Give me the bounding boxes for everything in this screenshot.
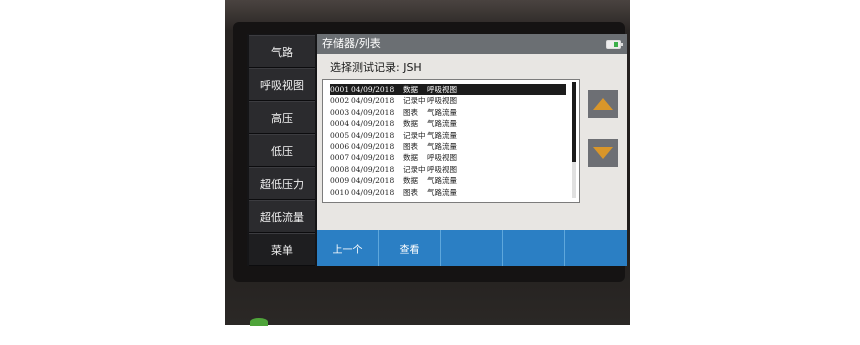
record-date: 04/09/2018 [351,164,395,174]
record-type: 数据 [403,176,418,186]
record-date: 04/09/2018 [351,119,395,129]
list-item[interactable]: 0005 04/09/2018 记录中 气路流量 [330,130,566,141]
record-view: 呼吸视图 [427,96,457,106]
record-type: 图表 [403,107,418,117]
triangle-up-icon [593,98,613,110]
softkey-4[interactable] [503,230,565,266]
sidebar-item-breath-view[interactable]: 呼吸视图 [249,68,315,101]
list-item[interactable]: 0002 04/09/2018 记录中 呼吸视图 [330,95,566,106]
list-scrollbar[interactable] [572,82,576,198]
scroll-up-button[interactable] [588,90,618,118]
previous-button[interactable]: 上一个 [317,230,379,266]
record-prompt: 选择测试记录: JSH [330,61,422,74]
list-item[interactable]: 0008 04/09/2018 记录中 呼吸视图 [330,164,566,175]
list-item[interactable]: 0004 04/09/2018 数据 气路流量 [330,118,566,129]
record-id: 0004 [330,119,350,129]
page-title: 存储器/列表 [322,37,381,50]
record-view: 气路流量 [427,107,457,117]
record-date: 04/09/2018 [351,85,395,94]
record-type: 记录中 [403,164,426,174]
record-view: 呼吸视图 [427,85,457,94]
main-panel: 存储器/列表 选择测试记录: JSH 0001 04/09/2018 数据 呼吸视图 0… [317,34,627,266]
record-id: 0009 [330,176,350,186]
list-item[interactable]: 0003 04/09/2018 图表 气路流量 [330,107,566,118]
record-id: 0010 [330,187,350,197]
record-view: 气路流量 [427,187,457,197]
battery-icon [606,40,623,49]
record-date: 04/09/2018 [351,130,395,140]
record-id: 0007 [330,153,350,163]
triangle-down-icon [593,147,613,159]
record-type: 记录中 [403,96,426,106]
list-item[interactable]: 0009 04/09/2018 数据 气路流量 [330,175,566,186]
record-view: 呼吸视图 [427,153,457,163]
record-date: 04/09/2018 [351,176,395,186]
scroll-down-button[interactable] [588,139,618,167]
record-type: 数据 [403,85,418,94]
sidebar-item-airway[interactable]: 气路 [249,35,315,68]
record-date: 04/09/2018 [351,153,395,163]
softkey-5[interactable] [565,230,627,266]
record-id: 0003 [330,107,350,117]
sidebar: 气路 呼吸视图 高压 低压 超低压力 超低流量 菜单 [247,34,317,266]
softkey-3[interactable] [441,230,503,266]
list-item[interactable]: 0010 04/09/2018 图表 气路流量 [330,187,566,198]
record-type: 数据 [403,153,418,163]
title-bar: 存储器/列表 [317,34,627,54]
record-view: 气路流量 [427,176,457,186]
record-type: 图表 [403,187,418,197]
record-view: 呼吸视图 [427,164,457,174]
record-date: 04/09/2018 [351,187,395,197]
record-view: 气路流量 [427,130,457,140]
sidebar-item-low-pressure[interactable]: 低压 [249,134,315,167]
sidebar-item-ultra-low-flow[interactable]: 超低流量 [249,200,315,233]
record-date: 04/09/2018 [351,96,395,106]
view-button[interactable]: 查看 [379,230,441,266]
record-view: 气路流量 [427,142,457,151]
record-type: 图表 [403,142,418,151]
sidebar-item-high-pressure[interactable]: 高压 [249,101,315,134]
record-date: 04/09/2018 [351,107,395,117]
bottom-softkey-bar: 上一个 查看 [317,230,627,266]
scrollbar-thumb[interactable] [572,82,576,162]
record-id: 0006 [330,142,350,151]
record-type: 记录中 [403,130,426,140]
record-id: 0001 [330,85,350,94]
sidebar-item-menu[interactable]: 菜单 [249,233,315,266]
record-date: 04/09/2018 [351,142,395,151]
list-item[interactable]: 0001 04/09/2018 数据 呼吸视图 [330,84,566,95]
record-id: 0008 [330,164,350,174]
list-item[interactable]: 0007 04/09/2018 数据 呼吸视图 [330,152,566,163]
record-view: 气路流量 [427,119,457,129]
record-id: 0002 [330,96,350,106]
power-led [250,318,268,326]
sidebar-item-ultra-low-pressure[interactable]: 超低压力 [249,167,315,200]
device-screen: 气路 呼吸视图 高压 低压 超低压力 超低流量 菜单 存储器/列表 选择测试记录… [247,34,627,266]
record-type: 数据 [403,119,418,129]
record-list[interactable]: 0001 04/09/2018 数据 呼吸视图 0002 04/09/2018 记录中 呼吸视… [322,79,580,203]
record-id: 0005 [330,130,350,140]
list-item[interactable]: 0006 04/09/2018 图表 气路流量 [330,141,566,152]
